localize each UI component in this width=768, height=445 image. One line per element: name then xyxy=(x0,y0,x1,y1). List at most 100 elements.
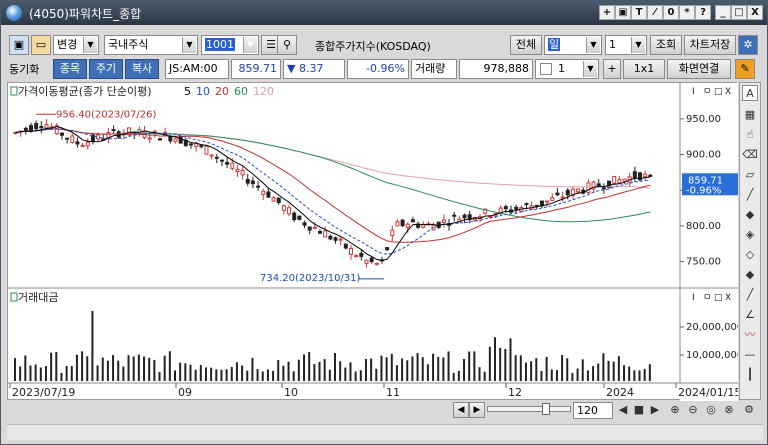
volume-bar xyxy=(14,358,16,381)
marker4-icon[interactable]: ◆ xyxy=(742,267,758,283)
chart-window: (4050)파워차트_종합 + ▣ T ⁄ 0 * ? _ □ X ▣ ▭ 변경… xyxy=(0,0,768,445)
help-icon[interactable]: ? xyxy=(695,5,711,20)
volume-bar xyxy=(633,370,636,381)
text-icon[interactable]: T xyxy=(631,5,647,20)
zero-icon[interactable]: 0 xyxy=(663,5,679,20)
table-icon[interactable]: ▦ xyxy=(742,107,758,123)
period-select[interactable]: 일 ▼ xyxy=(544,35,602,55)
ratio-button[interactable]: 1x1 xyxy=(623,59,665,79)
volume-bar xyxy=(189,364,192,381)
gear-icon[interactable]: ✲ xyxy=(738,35,758,55)
star-icon[interactable]: * xyxy=(679,5,695,20)
legend-icon xyxy=(10,86,18,96)
marker3-icon[interactable]: ◇ xyxy=(742,247,758,263)
checkbox-icon[interactable] xyxy=(540,63,552,75)
pen-icon[interactable]: ⁄ xyxy=(647,5,663,20)
zoom-reset-icon[interactable]: ◎ xyxy=(703,402,719,418)
volume-bar xyxy=(540,370,543,381)
market-select[interactable]: 국내주식 ▼ xyxy=(104,35,198,55)
candle-body xyxy=(23,127,28,131)
item-button[interactable]: 종목 xyxy=(53,59,87,79)
price-tick-label: 950.00 xyxy=(686,114,721,125)
volume-bar xyxy=(313,364,316,381)
volume-bar xyxy=(29,365,32,381)
volume-bar xyxy=(524,362,527,381)
slider-handle[interactable] xyxy=(542,403,550,415)
volume-bar xyxy=(19,366,22,381)
change-select[interactable]: 변경 ▼ xyxy=(53,35,99,55)
diagonal-line-icon[interactable]: ╱ xyxy=(742,287,758,303)
screen-link-button[interactable]: 화면연결 xyxy=(667,59,731,79)
split-select[interactable]: 1 ▼ xyxy=(535,59,599,79)
sync-label[interactable]: 동기화 xyxy=(9,61,39,77)
eraser-all-icon[interactable]: ⌫ xyxy=(742,147,758,163)
zoom-in-icon[interactable]: ⊕ xyxy=(667,402,683,418)
candle-body xyxy=(250,180,255,185)
copy-button[interactable]: 복사 xyxy=(125,59,159,79)
angle-icon[interactable]: ∠ xyxy=(742,307,758,323)
wave-icon[interactable]: 〰 xyxy=(742,327,758,343)
vertical-line-icon[interactable]: ┃ xyxy=(742,367,758,383)
monitor-icon[interactable]: ▭ xyxy=(31,35,51,55)
volume-bar xyxy=(385,357,388,381)
all-button[interactable]: 전체 xyxy=(510,35,542,55)
next-icon[interactable]: ▶ xyxy=(647,402,663,418)
volume-bar xyxy=(272,370,275,381)
volume-bar xyxy=(576,368,579,381)
count-select[interactable]: 1 ▼ xyxy=(605,35,647,55)
volume-bar xyxy=(277,360,280,381)
pencil-icon[interactable]: ✎ xyxy=(735,59,755,79)
eraser-icon[interactable]: ▱ xyxy=(742,167,758,183)
volume-bar xyxy=(581,359,584,381)
close-button[interactable]: X xyxy=(747,5,763,20)
candle-body xyxy=(395,221,400,227)
code-input[interactable]: 1001 ▼ xyxy=(201,35,259,55)
scroll-right-icon[interactable]: ▶ xyxy=(469,402,485,418)
marker-icon[interactable]: ◆ xyxy=(742,207,758,223)
zoom-slider[interactable] xyxy=(487,403,571,415)
volume-bar xyxy=(215,369,218,381)
volume-bar xyxy=(303,354,306,381)
plus-button[interactable]: + xyxy=(603,59,621,79)
zoom-out-icon[interactable]: ⊖ xyxy=(685,402,701,418)
volume-bar xyxy=(457,370,460,381)
volume-bar xyxy=(246,370,249,381)
ticker-field: JS:AM:00 xyxy=(165,59,229,79)
volume-bar xyxy=(401,358,404,381)
search-icon[interactable]: ⚲ xyxy=(277,35,297,55)
line-icon[interactable]: ╱ xyxy=(742,187,758,203)
volume-bar xyxy=(24,355,27,381)
save-chart-button[interactable]: 차트저장 xyxy=(684,35,736,55)
volume-bar xyxy=(375,368,378,381)
volume-bar xyxy=(561,355,564,381)
horizontal-line-icon[interactable]: — xyxy=(742,347,758,363)
period-value: 일 xyxy=(548,38,561,51)
volume-bar xyxy=(230,366,233,381)
volume-bar xyxy=(432,353,435,381)
volume-bar xyxy=(91,311,94,381)
ma-120-line xyxy=(15,128,651,189)
cursor-icon[interactable]: A xyxy=(742,85,758,101)
maximize-button[interactable]: □ xyxy=(731,5,747,20)
prev-icon[interactable]: ◀ xyxy=(615,402,631,418)
layout-icon[interactable]: ▣ xyxy=(9,35,29,55)
minimize-button[interactable]: _ xyxy=(715,5,731,20)
add-icon[interactable]: + xyxy=(599,5,615,20)
candle-body xyxy=(178,136,183,144)
screen-icon[interactable]: ▣ xyxy=(615,5,631,20)
price-tick-label: 800.00 xyxy=(686,221,721,232)
candle-body xyxy=(266,191,271,198)
volume-bar xyxy=(143,356,146,381)
marker2-icon[interactable]: ◈ xyxy=(742,227,758,243)
chart-area[interactable]: IIㅁㅁ□□XX950.00900.00850.00800.00750.00가격… xyxy=(7,82,743,401)
pane-control-icon: X xyxy=(725,293,731,303)
cycle-button[interactable]: 주기 xyxy=(89,59,123,79)
settings-icon[interactable]: ⚙ xyxy=(741,402,757,418)
volume-bar xyxy=(555,370,558,381)
zoom-fit-icon[interactable]: ⊗ xyxy=(721,402,737,418)
query-button[interactable]: 조회 xyxy=(650,35,682,55)
stop-icon[interactable]: ■ xyxy=(631,402,647,418)
zoom-input[interactable]: 120 xyxy=(573,402,613,419)
hand-icon[interactable]: ☝ xyxy=(742,127,758,143)
scroll-left-icon[interactable]: ◀ xyxy=(453,402,469,418)
